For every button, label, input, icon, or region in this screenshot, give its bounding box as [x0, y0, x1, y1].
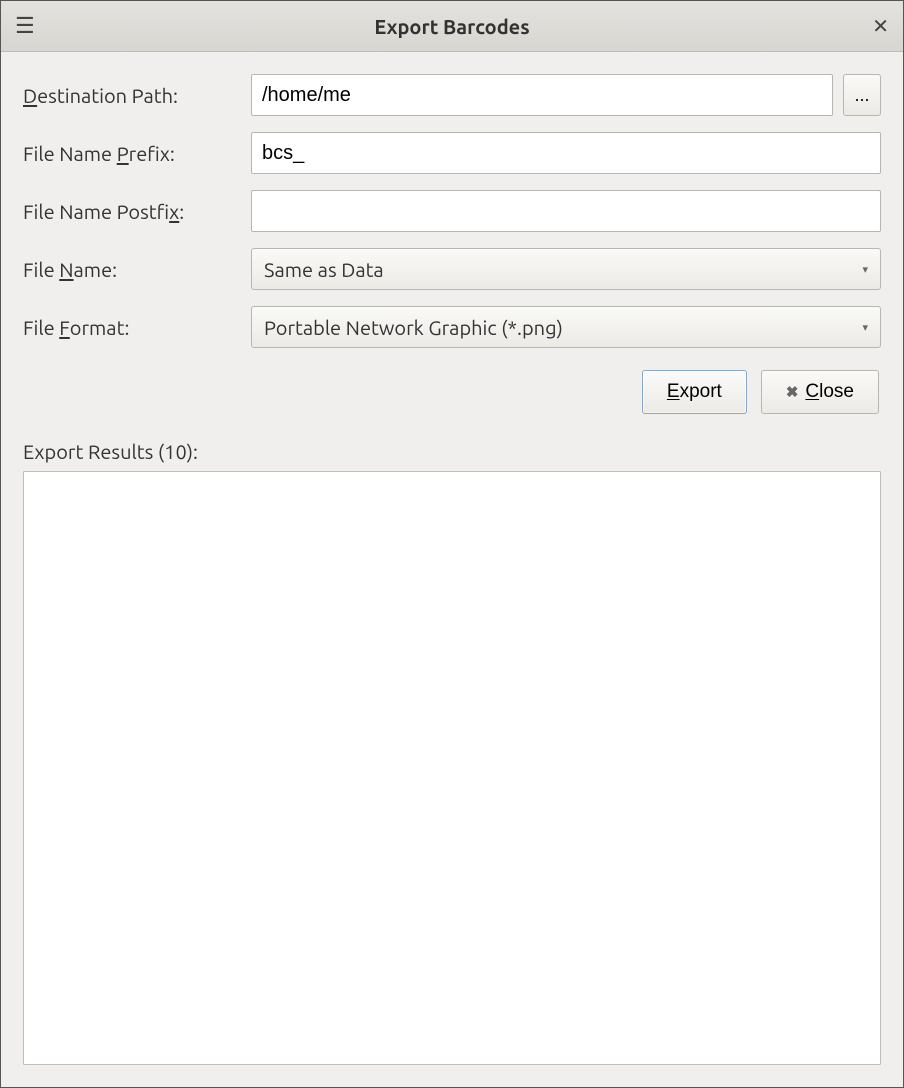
- form-grid: Destination Path: ... File Name Prefix: …: [23, 74, 881, 348]
- destination-path-label: Destination Path:: [23, 84, 251, 107]
- titlebar: ☰ Export Barcodes ✕: [1, 1, 903, 52]
- window-title: Export Barcodes: [374, 15, 529, 38]
- export-results-label: Export Results (10):: [23, 440, 881, 463]
- destination-path-input[interactable]: [251, 74, 833, 116]
- browse-label: ...: [854, 85, 869, 106]
- file-name-prefix-input[interactable]: [251, 132, 881, 174]
- close-button[interactable]: ✖ Close: [761, 370, 879, 414]
- destination-path-row: ...: [251, 74, 881, 116]
- file-name-postfix-label: File Name Postfix:: [23, 200, 251, 223]
- close-icon[interactable]: ✕: [872, 16, 889, 36]
- export-button[interactable]: Export: [642, 370, 747, 414]
- file-name-label: File Name:: [23, 258, 251, 281]
- menu-icon[interactable]: ☰: [15, 15, 35, 37]
- close-button-label: Close: [805, 381, 854, 403]
- file-name-value: Same as Data: [264, 258, 384, 281]
- file-name-combo[interactable]: Same as Data ▾: [251, 248, 881, 290]
- file-name-postfix-input[interactable]: [251, 190, 881, 232]
- close-x-icon: ✖: [786, 383, 799, 401]
- export-results-box[interactable]: [23, 471, 881, 1065]
- browse-button[interactable]: ...: [843, 74, 881, 116]
- export-button-label: Export: [667, 381, 722, 403]
- file-format-value: Portable Network Graphic (*.png): [264, 316, 563, 339]
- chevron-down-icon: ▾: [862, 263, 868, 276]
- file-format-combo[interactable]: Portable Network Graphic (*.png) ▾: [251, 306, 881, 348]
- button-row: Export ✖ Close: [23, 370, 881, 414]
- chevron-down-icon: ▾: [862, 321, 868, 334]
- file-name-prefix-label: File Name Prefix:: [23, 142, 251, 165]
- file-format-label: File Format:: [23, 316, 251, 339]
- dialog-content: Destination Path: ... File Name Prefix: …: [1, 52, 903, 1087]
